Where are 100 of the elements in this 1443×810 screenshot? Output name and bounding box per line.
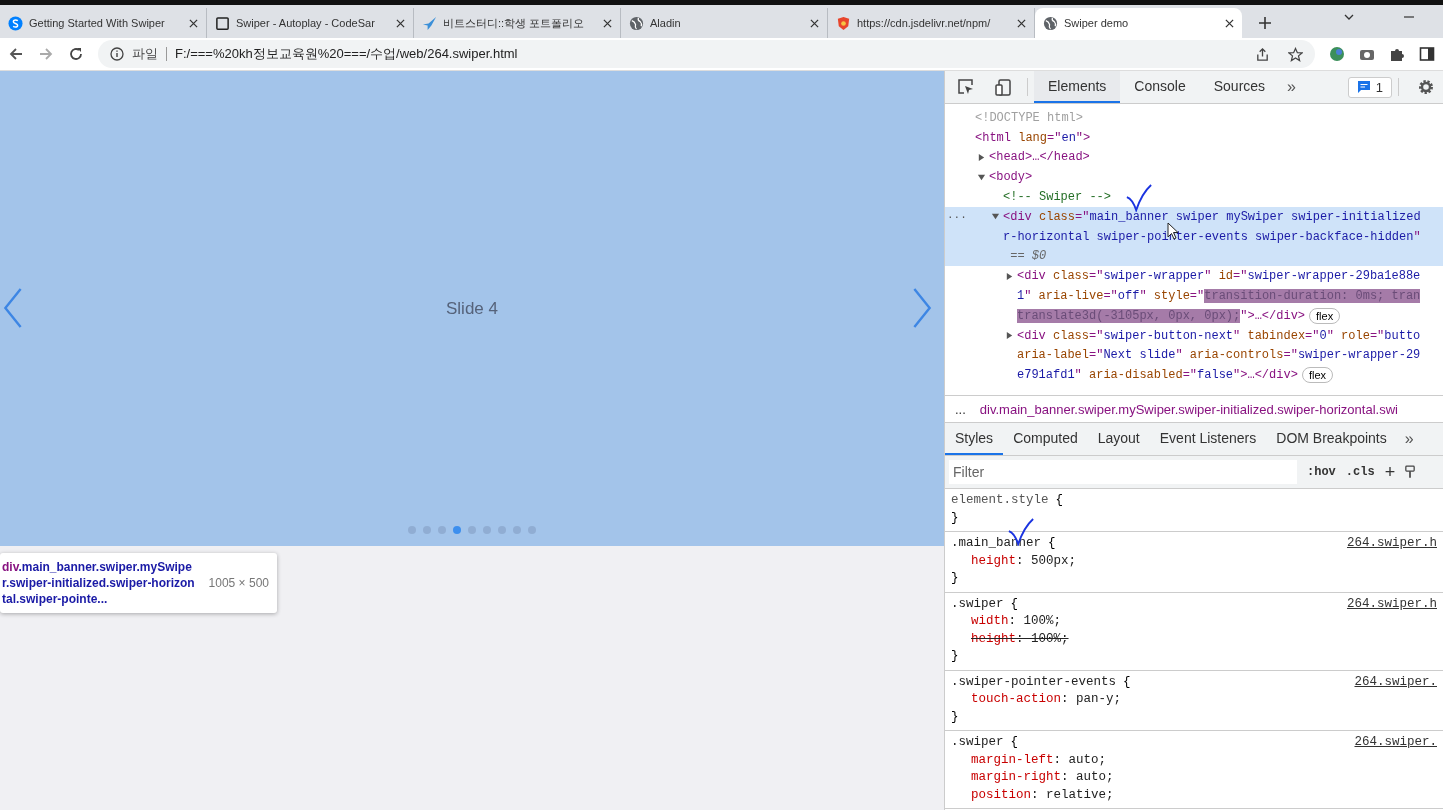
- breadcrumb-overflow[interactable]: ...: [955, 401, 966, 417]
- css-selector: .swiper-pointer-events: [951, 673, 1117, 691]
- dom-code-line[interactable]: <body>: [989, 170, 1033, 185]
- css-declaration[interactable]: margin-right: auto;: [951, 769, 1114, 787]
- url-text: F:/===%20kh정보교육원%20===/수업/web/264.swiper.html: [175, 45, 518, 63]
- dom-code-line[interactable]: <div class="swiper-button-next" tabindex="0" role="butto: [1017, 328, 1421, 343]
- tab-title: Swiper - Autoplay - CodeSar: [236, 17, 376, 29]
- css-selector: .swiper: [951, 595, 1004, 613]
- css-declaration[interactable]: position: relative;: [951, 786, 1114, 804]
- tab-title: 비트스터디::학생 포트폴리오: [443, 15, 586, 31]
- share-icon[interactable]: [1255, 46, 1270, 62]
- brace-text: {: [1055, 492, 1064, 509]
- styles-tab[interactable]: DOM Breakpoints: [1266, 423, 1397, 455]
- new-tab-icon[interactable]: [1258, 16, 1272, 30]
- issues-button[interactable]: 1: [1347, 76, 1392, 98]
- styles-tab[interactable]: Event Listeners: [1149, 423, 1267, 455]
- browser-tab[interactable]: Swiper demo: [1035, 8, 1242, 38]
- tab-title: https://cdn.jsdelivr.net/npm/: [857, 17, 992, 29]
- dom-code-line[interactable]: <div class="swiper-wrapper" id="swiper-wrapper-29ba1e88e: [1017, 269, 1421, 284]
- tab-title: Getting Started With Swiper: [29, 17, 166, 29]
- close-icon[interactable]: [1017, 18, 1026, 28]
- css-declaration[interactable]: height: 100%;: [951, 630, 1069, 648]
- css-declaration[interactable]: height: 500px;: [951, 552, 1077, 570]
- brace-text: }: [951, 571, 959, 585]
- close-icon[interactable]: [396, 18, 405, 28]
- browser-tab[interactable]: Swiper - Autoplay - CodeSar: [207, 8, 414, 38]
- close-icon[interactable]: [810, 18, 819, 28]
- star-icon[interactable]: [1288, 46, 1303, 62]
- dom-code-line[interactable]: <head>…</head>: [989, 150, 1090, 165]
- collapsed-triangle-icon[interactable]: [1005, 331, 1014, 341]
- devtools-tab[interactable]: Console: [1120, 71, 1200, 103]
- close-icon[interactable]: [603, 18, 612, 28]
- source-link[interactable]: 264.swiper.h: [1347, 535, 1437, 553]
- css-declaration[interactable]: touch-action: pan-y;: [951, 691, 1122, 709]
- browser-tab[interactable]: Getting Started With Swiper: [0, 8, 207, 38]
- bird-icon: [422, 15, 437, 31]
- scheme-label: 파일: [132, 45, 158, 63]
- pagination-dot[interactable]: [453, 526, 461, 534]
- tab-title: Aladin: [650, 17, 682, 29]
- close-icon[interactable]: [189, 18, 198, 28]
- css-selector: element.style: [951, 492, 1049, 509]
- styles-tab[interactable]: Layout: [1087, 423, 1150, 455]
- paint-roller-icon[interactable]: [1405, 464, 1416, 480]
- devtools-tab[interactable]: Sources: [1199, 71, 1280, 103]
- shield-icon: [836, 15, 851, 31]
- back-arrow-icon[interactable]: [8, 46, 24, 62]
- brace-text: }: [951, 649, 959, 663]
- square-icon: [215, 15, 230, 31]
- browser-tab[interactable]: 비트스터디::학생 포트폴리오: [414, 8, 621, 38]
- dom-code-line[interactable]: aria-label="Next slide" aria-controls="swiper-wrapper-29: [1017, 348, 1421, 363]
- puzzle-icon[interactable]: [1389, 46, 1405, 62]
- css-declaration[interactable]: margin-left: auto;: [951, 751, 1107, 769]
- reload-icon[interactable]: [68, 46, 84, 62]
- dom-code-line[interactable]: <!-- Swiper -->: [1003, 190, 1112, 205]
- brace-text: {: [1010, 734, 1019, 751]
- device-toolbar-icon[interactable]: [995, 78, 1013, 96]
- message-icon: [1356, 80, 1371, 94]
- slide-label: Slide 4: [446, 298, 498, 319]
- source-link[interactable]: 264.swiper.h: [1347, 595, 1437, 613]
- brace-text: {: [1123, 673, 1131, 691]
- brace-text: {: [1048, 535, 1056, 552]
- css-declaration[interactable]: width: 100%;: [951, 613, 1062, 631]
- dom-code-line[interactable]: <html lang="en">: [975, 130, 1091, 145]
- more-tabs-button[interactable]: »: [1396, 423, 1422, 455]
- dom-code-line[interactable]: e791afd1" aria-disabled="false">…</div>: [1017, 368, 1298, 383]
- source-link[interactable]: 264.swiper.: [1354, 734, 1437, 752]
- brace-text: }: [951, 709, 959, 724]
- class-toggle-button[interactable]: .cls: [1345, 465, 1375, 479]
- close-icon[interactable]: [1225, 18, 1234, 28]
- collapsed-triangle-icon[interactable]: [977, 153, 986, 162]
- expanded-triangle-icon[interactable]: [977, 172, 986, 182]
- devtools-tab[interactable]: Elements: [1034, 71, 1121, 103]
- more-tabs-button[interactable]: »: [1279, 71, 1304, 103]
- more-actions-button[interactable]: ···: [947, 210, 967, 223]
- globe-icon: [629, 15, 644, 31]
- inspect-icon[interactable]: [957, 78, 975, 96]
- breadcrumb-item[interactable]: div.main_banner.swiper.mySwiper.swiper-initialized.swiper-horizontal.swi: [979, 401, 1398, 417]
- slider-banner[interactable]: Slide 4: [0, 71, 944, 546]
- brace-text: }: [951, 510, 959, 525]
- filter-field[interactable]: Filter: [949, 460, 1297, 484]
- checkmark-annotation-icon: [1125, 184, 1153, 212]
- info-icon: [110, 47, 124, 61]
- expanded-triangle-icon[interactable]: [991, 212, 1000, 222]
- element-size-text: 1005 × 500: [208, 576, 269, 590]
- side-panel-icon[interactable]: [1419, 46, 1435, 62]
- brace-text: {: [1010, 595, 1019, 613]
- styles-tab[interactable]: Computed: [1003, 423, 1088, 455]
- settings-icon[interactable]: [1417, 78, 1435, 96]
- browser-tab[interactable]: Aladin: [621, 8, 828, 38]
- collapsed-triangle-icon[interactable]: [1005, 271, 1014, 281]
- s-logo-icon: [8, 15, 23, 31]
- tab-title: Swiper demo: [1064, 17, 1130, 29]
- address-bar[interactable]: 파일 F:/===%20kh정보교육원%20===/수업/web/264.swiper.html: [98, 40, 1315, 68]
- globe-icon[interactable]: [1329, 46, 1345, 62]
- dom-code-line[interactable]: == $0: [1003, 249, 1047, 264]
- new-rule-button[interactable]: +: [1384, 461, 1396, 483]
- dom-code-line[interactable]: <div class="main_banner swiper mySwiper swiper-initialized: [1003, 209, 1421, 224]
- source-link[interactable]: 264.swiper.: [1354, 673, 1437, 691]
- hover-state-button[interactable]: :hov: [1307, 465, 1336, 479]
- element-selector-text: div.main_banner.swiper.mySwiper.swiper-initialized.swiper-horizontal.swiper-pointe...: [2, 559, 196, 607]
